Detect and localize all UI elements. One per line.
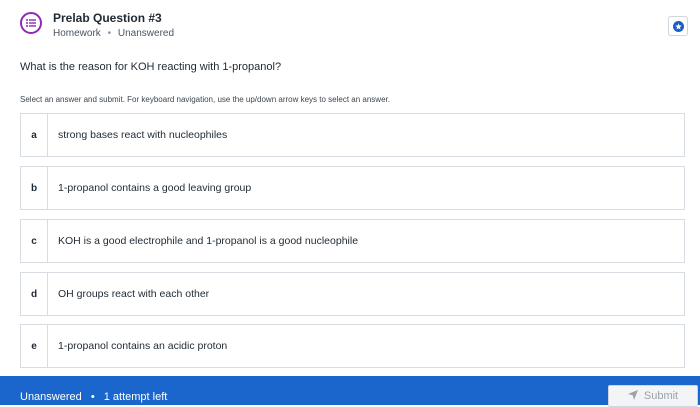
choice-c[interactable]: c KOH is a good electrophile and 1-propa… <box>20 219 685 263</box>
choice-text: 1-propanol contains a good leaving group <box>58 182 252 194</box>
choice-letter: a <box>21 114 48 156</box>
choice-d[interactable]: d OH groups react with each other <box>20 272 685 316</box>
choice-b[interactable]: b 1-propanol contains a good leaving gro… <box>20 166 685 210</box>
question-list-icon <box>20 12 42 34</box>
choice-letter: c <box>21 220 48 262</box>
submit-label: Submit <box>643 390 679 402</box>
question-meta: Homework • Unanswered <box>53 28 174 39</box>
question-text: What is the reason for KOH reacting with… <box>20 61 282 73</box>
choice-letter: b <box>21 167 48 209</box>
submit-button[interactable]: Submit <box>608 385 698 407</box>
choice-e[interactable]: e 1-propanol contains an acidic proton <box>20 324 685 368</box>
bookmark-button[interactable] <box>668 16 688 36</box>
footer-bar: Unanswered • 1 attempt left Submit <box>0 376 700 407</box>
status-label: Unanswered <box>117 28 175 39</box>
star-icon <box>672 20 684 32</box>
send-icon <box>627 389 638 403</box>
attempts-left-label: 1 attempt left <box>103 391 168 403</box>
choice-text: strong bases react with nucleophiles <box>58 129 228 141</box>
meta-separator: • <box>107 28 112 39</box>
choice-text: 1-propanol contains an acidic proton <box>58 340 228 352</box>
page-title: Prelab Question #3 <box>53 11 162 25</box>
choice-text: OH groups react with each other <box>58 288 210 300</box>
footer-bullet: • <box>90 391 95 403</box>
choice-letter: d <box>21 273 48 315</box>
choice-text: KOH is a good electrophile and 1-propano… <box>58 235 359 247</box>
choice-letter: e <box>21 325 48 367</box>
choice-a[interactable]: a strong bases react with nucleophiles <box>20 113 685 157</box>
attempt-status: Unanswered • 1 attempt left <box>20 391 167 403</box>
instructions-text: Select an answer and submit. For keyboar… <box>20 95 390 104</box>
footer-status-label: Unanswered <box>20 391 82 403</box>
category-label: Homework <box>53 28 101 39</box>
question-header: Prelab Question #3 Homework • Unanswered <box>20 10 688 50</box>
